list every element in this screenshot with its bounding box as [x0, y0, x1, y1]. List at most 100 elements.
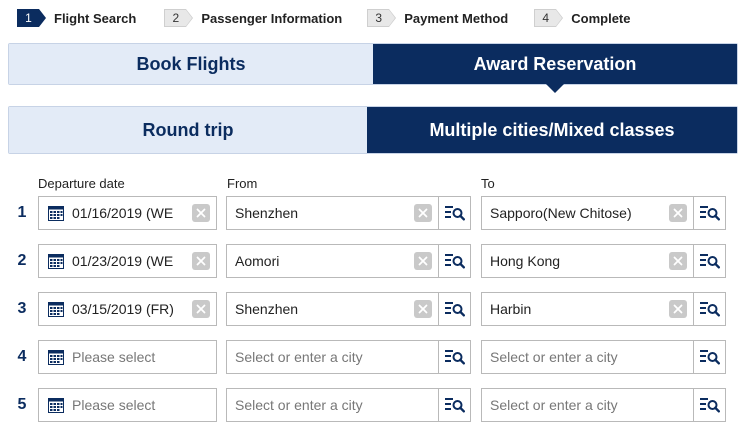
- departure-date-field[interactable]: Please select: [38, 388, 217, 422]
- to-city-search-button[interactable]: [693, 245, 725, 277]
- from-city-input[interactable]: Aomori: [227, 245, 438, 277]
- from-city-value: Select or enter a city: [235, 349, 363, 365]
- from-city-field: Shenzhen: [226, 292, 471, 326]
- to-city-search-button[interactable]: [693, 341, 725, 373]
- close-icon: [196, 304, 206, 314]
- departure-date-field[interactable]: Please select: [38, 340, 217, 374]
- from-city-field: Shenzhen: [226, 196, 471, 230]
- step-label: Flight Search: [54, 10, 137, 26]
- close-icon: [418, 304, 428, 314]
- departure-date-field[interactable]: 01/23/2019 (WE: [38, 244, 217, 278]
- from-city-search-button[interactable]: [438, 245, 470, 277]
- departure-date-value: Please select: [72, 349, 156, 365]
- departure-date-field[interactable]: 01/16/2019 (WE: [38, 196, 217, 230]
- departure-date-header: Departure date: [38, 176, 125, 191]
- to-city-value: Select or enter a city: [490, 349, 618, 365]
- tab-round-trip[interactable]: Round trip: [9, 107, 367, 153]
- to-city-search-button[interactable]: [693, 293, 725, 325]
- tab-multiple-cities[interactable]: Multiple cities/Mixed classes: [367, 107, 737, 153]
- clear-date-button[interactable]: [192, 252, 210, 270]
- close-icon: [418, 256, 428, 266]
- from-city-input[interactable]: Select or enter a city: [227, 389, 438, 421]
- from-header: From: [227, 176, 258, 191]
- step-complete: 4 Complete: [534, 9, 630, 27]
- clear-from-city-button[interactable]: [414, 204, 432, 222]
- close-icon: [673, 208, 683, 218]
- clear-from-city-button[interactable]: [414, 252, 432, 270]
- to-city-value: Hong Kong: [490, 253, 561, 269]
- booking-type-tabs: Book Flights Award Reservation: [8, 43, 738, 93]
- from-city-value: Shenzhen: [235, 301, 299, 317]
- to-city-input[interactable]: Hong Kong: [482, 245, 693, 277]
- search-list-icon: [699, 349, 720, 365]
- from-city-value: Shenzhen: [235, 205, 299, 221]
- from-city-field: Select or enter a city: [226, 388, 471, 422]
- to-city-field: Select or enter a city: [481, 340, 726, 374]
- row-number: 3: [17, 300, 27, 317]
- to-header: To: [481, 176, 495, 191]
- to-city-search-button[interactable]: [693, 389, 725, 421]
- to-city-input[interactable]: Sapporo(New Chitose): [482, 197, 693, 229]
- from-city-search-button[interactable]: [438, 389, 470, 421]
- to-city-input[interactable]: Select or enter a city: [482, 389, 693, 421]
- calendar-icon: [48, 301, 64, 317]
- search-list-icon: [444, 397, 465, 413]
- search-list-icon: [444, 205, 465, 221]
- from-city-field: Select or enter a city: [226, 340, 471, 374]
- step-number: 2: [164, 9, 194, 27]
- step-number: 1: [17, 9, 46, 27]
- from-city-input[interactable]: Shenzhen: [227, 293, 438, 325]
- to-city-input[interactable]: Harbin: [482, 293, 693, 325]
- selected-caret-icon: [546, 84, 564, 93]
- clear-to-city-button[interactable]: [669, 252, 687, 270]
- departure-date-field[interactable]: 03/15/2019 (FR): [38, 292, 217, 326]
- to-city-field: Select or enter a city: [481, 388, 726, 422]
- close-icon: [673, 304, 683, 314]
- step-label: Complete: [571, 10, 631, 26]
- departure-date-value: 03/15/2019 (FR): [72, 301, 174, 317]
- from-city-field: Aomori: [226, 244, 471, 278]
- search-list-icon: [699, 253, 720, 269]
- close-icon: [196, 256, 206, 266]
- search-list-icon: [699, 301, 720, 317]
- clear-date-button[interactable]: [192, 300, 210, 318]
- search-list-icon: [699, 397, 720, 413]
- to-city-value: Harbin: [490, 301, 532, 317]
- to-city-search-button[interactable]: [693, 197, 725, 229]
- close-icon: [196, 208, 206, 218]
- step-passenger-information: 2 Passenger Information: [164, 9, 342, 27]
- clear-to-city-button[interactable]: [669, 204, 687, 222]
- row-number: 5: [17, 396, 27, 413]
- calendar-icon: [48, 253, 64, 269]
- row-number: 1: [17, 204, 27, 221]
- tab-label: Award Reservation: [473, 53, 637, 74]
- step-number: 4: [534, 9, 564, 27]
- tab-award-reservation[interactable]: Award Reservation: [373, 44, 737, 93]
- search-list-icon: [444, 301, 465, 317]
- to-city-value: Select or enter a city: [490, 397, 618, 413]
- calendar-icon: [48, 205, 64, 221]
- close-icon: [673, 256, 683, 266]
- departure-date-value: 01/16/2019 (WE: [72, 205, 174, 221]
- clear-date-button[interactable]: [192, 204, 210, 222]
- from-city-search-button[interactable]: [438, 341, 470, 373]
- clear-to-city-button[interactable]: [669, 300, 687, 318]
- close-icon: [418, 208, 428, 218]
- departure-date-value: 01/23/2019 (WE: [72, 253, 174, 269]
- tab-book-flights[interactable]: Book Flights: [9, 44, 373, 84]
- calendar-icon: [48, 349, 64, 365]
- progress-steps: 1 Flight Search 2 Passenger Information …: [17, 8, 630, 28]
- from-city-input[interactable]: Shenzhen: [227, 197, 438, 229]
- step-flight-search: 1 Flight Search: [17, 9, 136, 27]
- clear-from-city-button[interactable]: [414, 300, 432, 318]
- from-city-search-button[interactable]: [438, 293, 470, 325]
- to-city-input[interactable]: Select or enter a city: [482, 341, 693, 373]
- from-city-input[interactable]: Select or enter a city: [227, 341, 438, 373]
- search-list-icon: [444, 349, 465, 365]
- search-list-icon: [444, 253, 465, 269]
- calendar-icon: [48, 397, 64, 413]
- to-city-field: Harbin: [481, 292, 726, 326]
- from-city-value: Select or enter a city: [235, 397, 363, 413]
- from-city-search-button[interactable]: [438, 197, 470, 229]
- search-list-icon: [699, 205, 720, 221]
